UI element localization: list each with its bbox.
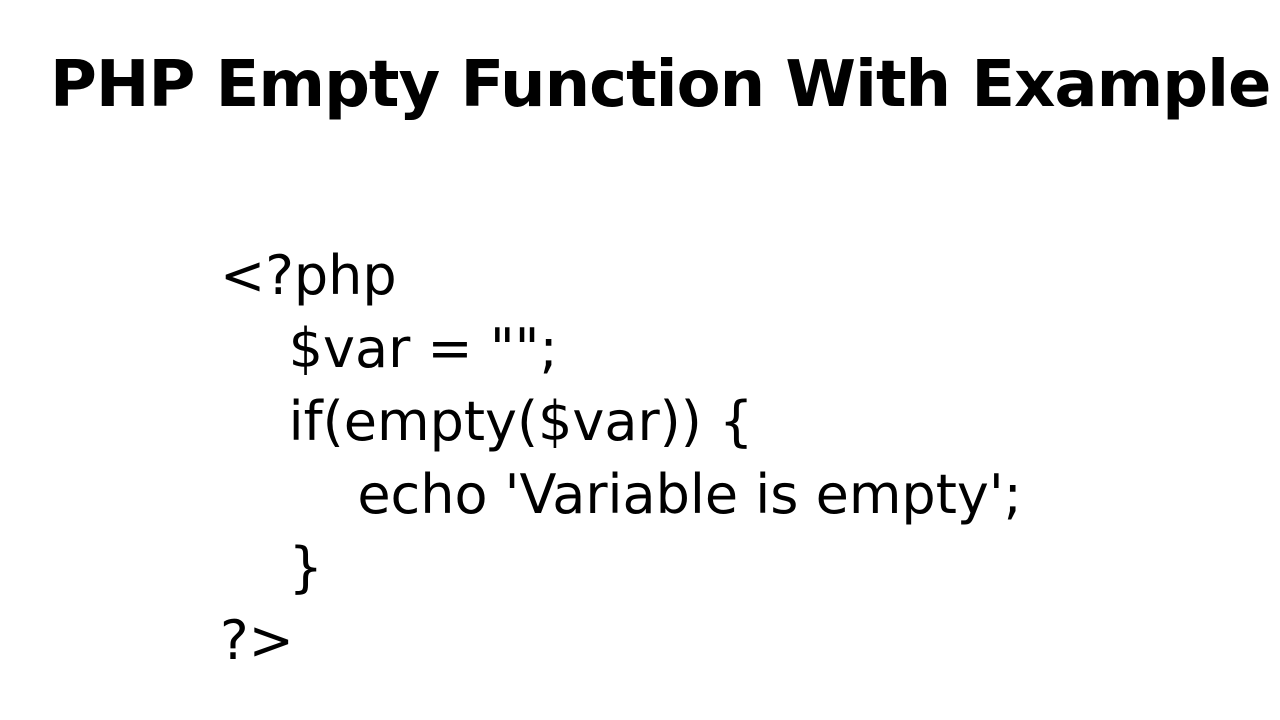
code-line-3: if(empty($var)) { (220, 390, 753, 453)
code-line-1: <?php (220, 244, 397, 307)
code-line-4: echo 'Variable is empty'; (220, 463, 1022, 526)
code-line-5: } (220, 536, 323, 599)
code-example: <?php $var = ""; if(empty($var)) { echo … (50, 240, 1230, 677)
page-title: PHP Empty Function With Example (50, 50, 1230, 120)
document-container: PHP Empty Function With Example <?php $v… (0, 0, 1280, 720)
code-line-2: $var = ""; (220, 317, 558, 380)
code-line-6: ?> (220, 609, 294, 672)
